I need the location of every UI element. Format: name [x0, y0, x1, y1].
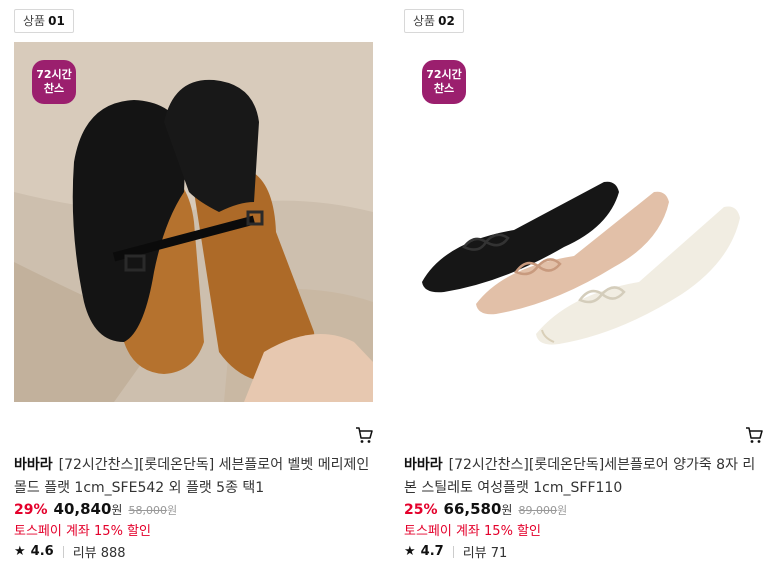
badge-line-1: 72시간 [426, 68, 462, 81]
72h-chance-badge: 72시간 찬스 [32, 60, 76, 104]
sale-price: 40,840 [53, 500, 112, 518]
badge-line-2: 찬스 [433, 82, 455, 95]
discount-rate: 25% [404, 502, 438, 518]
product-image[interactable]: 72시간 찬스 [404, 42, 763, 402]
cart-icon [356, 427, 373, 443]
star-icon: ★ [404, 544, 416, 559]
product-tag-number: 01 [48, 14, 65, 28]
product-brand: 바바라 [404, 457, 443, 473]
price-row: 25% 66,580원 89,000원 [404, 500, 567, 518]
add-to-cart-button[interactable] [745, 426, 763, 444]
product-name: [72시간찬스][롯데온단독] 세븐플로어 벨벳 메리제인 몰드 플랫 1cm_… [14, 457, 370, 496]
payment-promo: 토스페이 계좌 15% 할인 [14, 524, 151, 539]
review-count[interactable]: 리뷰 71 [463, 542, 508, 561]
product-card-2[interactable]: 상품02 72시간 찬스 바바라[72시간찬스][롯데온단독]세븐플로어 양 [404, 0, 764, 561]
badge-line-2: 찬스 [43, 82, 65, 95]
product-tag-label: 상품 [413, 14, 436, 28]
rating-row: ★ 4.7 리뷰 71 [404, 542, 507, 561]
product-image[interactable]: 72시간 찬스 [14, 42, 373, 402]
original-price: 89,000 [518, 504, 557, 517]
rating-row: ★ 4.6 리뷰 888 [14, 542, 126, 561]
72h-chance-badge: 72시간 찬스 [422, 60, 466, 104]
product-tag-number: 02 [438, 14, 455, 28]
payment-promo: 토스페이 계좌 15% 할인 [404, 524, 541, 539]
divider [62, 545, 64, 558]
product-card-1[interactable]: 상품 01 72시간 찬스 바바라 [72시간찬스][롯데온단독] 세븐플로어 … [14, 0, 374, 561]
sale-price: 66,580 [443, 500, 502, 518]
original-currency-unit: 원 [556, 504, 568, 517]
review-count[interactable]: 리뷰 888 [73, 542, 126, 561]
rating-score: 4.7 [420, 544, 444, 559]
currency-unit: 원 [501, 503, 513, 517]
product-name: [72시간찬스][롯데온단독]세븐플로어 양가죽 8자 리본 스틸레토 여성플랫… [404, 457, 756, 496]
badge-line-1: 72시간 [36, 68, 72, 81]
product-number-tag: 상품 02 [404, 9, 464, 33]
rating-score: 4.6 [30, 544, 54, 559]
product-title[interactable]: 바바라 [72시간찬스][롯데온단독]세븐플로어 양가죽 8자 리본 스틸레토 여… [404, 454, 764, 500]
product-tag-label: 상품 [23, 14, 46, 28]
divider [452, 545, 454, 558]
price-row: 29% 40,840원 58,000원 [14, 500, 177, 518]
add-to-cart-button[interactable] [355, 426, 373, 444]
product-number-tag: 상품 01 [14, 9, 74, 33]
original-price: 58,000 [128, 504, 167, 517]
original-currency-unit: 원 [166, 504, 178, 517]
star-icon: ★ [14, 544, 26, 559]
discount-rate: 29% [14, 502, 48, 518]
product-title[interactable]: 바바라 [72시간찬스][롯데온단독] 세븐플로어 벨벳 메리제인 몰드 플랫 1… [14, 454, 374, 500]
product-brand: 바바라 [14, 457, 53, 473]
cart-icon [746, 427, 763, 443]
currency-unit: 원 [111, 503, 123, 517]
